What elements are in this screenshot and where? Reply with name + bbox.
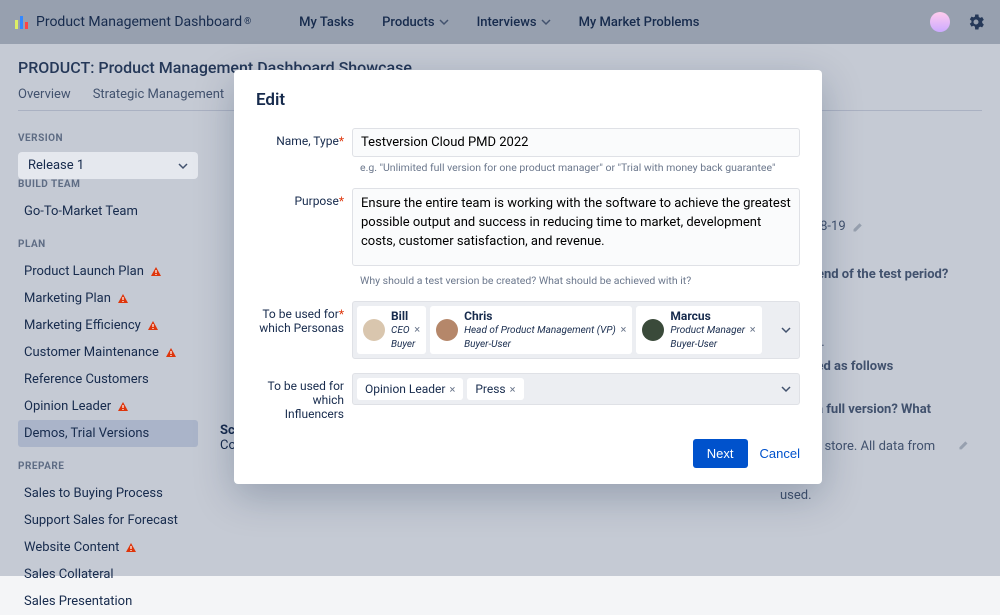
influencers-field[interactable]: Opinion Leader×Press× — [352, 373, 800, 405]
modal-overlay: Edit Name, Type* e.g. "Unlimited full ve… — [0, 0, 1000, 563]
personas-field[interactable]: BillCEO ×BuyerChrisHead of Product Manag… — [352, 301, 800, 359]
avatar — [642, 319, 664, 341]
modal-footer: Next Cancel — [256, 439, 800, 468]
name-label: Name, Type* — [256, 128, 352, 157]
influencers-label: To be used for which Influencers — [256, 373, 352, 421]
avatar — [363, 319, 385, 341]
modal-title: Edit — [256, 90, 800, 110]
name-hint: e.g. "Unlimited full version for one pro… — [360, 161, 800, 174]
persona-chip[interactable]: BillCEO ×Buyer — [357, 306, 426, 354]
purpose-hint: Why should a test version be created? Wh… — [360, 274, 800, 287]
chip-remove-icon[interactable]: × — [449, 383, 455, 396]
sidebar-item-label: Sales Presentation — [24, 594, 132, 609]
influencer-chip[interactable]: Press× — [467, 378, 523, 400]
sidebar-item[interactable]: Sales Presentation — [18, 588, 198, 615]
sidebar-item-label: Sales Collateral — [24, 567, 114, 582]
chip-remove-icon[interactable]: × — [510, 383, 516, 396]
chip-remove-icon[interactable]: × — [750, 323, 756, 336]
personas-label: To be used for* which Personas — [256, 301, 352, 359]
persona-chip[interactable]: ChrisHead of Product Management (VP) ×Bu… — [430, 306, 632, 354]
persona-chip[interactable]: MarcusProduct Manager ×Buyer-User — [636, 306, 761, 354]
next-button[interactable]: Next — [693, 439, 748, 468]
chip-remove-icon[interactable]: × — [621, 323, 627, 336]
chevron-down-icon — [781, 384, 791, 394]
purpose-label: Purpose* — [256, 188, 352, 270]
edit-modal: Edit Name, Type* e.g. "Unlimited full ve… — [234, 70, 822, 484]
name-input[interactable] — [352, 128, 800, 157]
avatar — [436, 319, 458, 341]
purpose-textarea[interactable] — [352, 188, 800, 266]
influencer-chip[interactable]: Opinion Leader× — [357, 378, 463, 400]
chevron-down-icon — [781, 325, 791, 335]
chip-remove-icon[interactable]: × — [414, 323, 420, 336]
cancel-button[interactable]: Cancel — [760, 439, 800, 468]
sidebar-item[interactable]: Sales Collateral — [18, 561, 198, 588]
